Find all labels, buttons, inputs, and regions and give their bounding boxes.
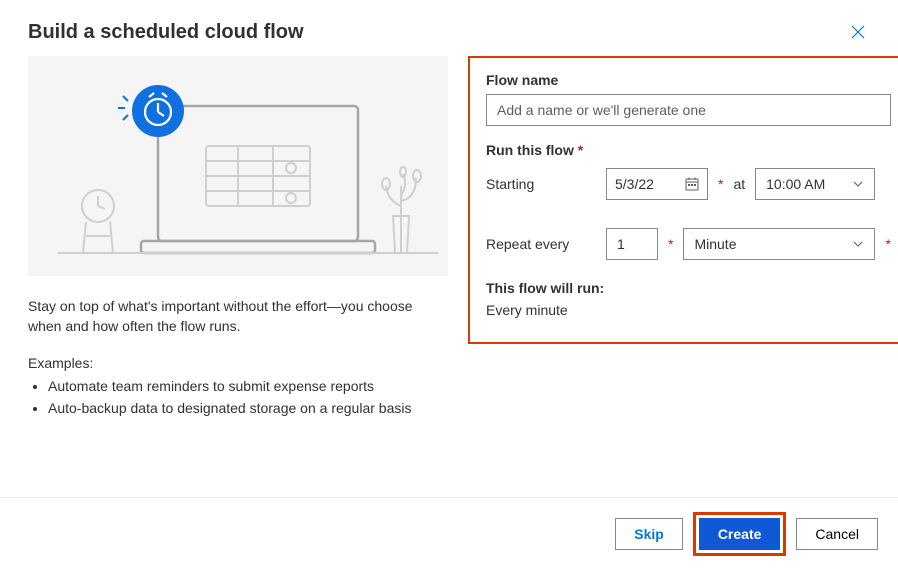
- repeat-value-input[interactable]: 1: [606, 228, 658, 260]
- repeat-label: Repeat every: [486, 236, 596, 252]
- repeat-unit-value: Minute: [694, 236, 736, 252]
- cancel-button[interactable]: Cancel: [796, 518, 878, 550]
- examples-label: Examples:: [28, 355, 448, 371]
- skip-button[interactable]: Skip: [615, 518, 683, 550]
- create-highlight: Create: [693, 512, 787, 556]
- starting-label: Starting: [486, 176, 596, 192]
- dialog-footer: Skip Create Cancel: [0, 497, 898, 570]
- required-marker: *: [885, 236, 890, 252]
- starting-date-input[interactable]: 5/3/22: [606, 168, 708, 200]
- create-button[interactable]: Create: [699, 518, 781, 550]
- calendar-icon: [685, 177, 699, 191]
- examples-list: Automate team reminders to submit expens…: [28, 375, 448, 420]
- at-label: at: [733, 176, 745, 192]
- required-marker: *: [718, 176, 723, 192]
- starting-row: Starting 5/3/22 * at 10:00 AM: [486, 168, 891, 200]
- starting-date-value: 5/3/22: [615, 176, 654, 192]
- summary-text: Every minute: [486, 302, 891, 318]
- chevron-down-icon: [852, 178, 864, 190]
- dialog-header: Build a scheduled cloud flow: [0, 0, 898, 56]
- example-item: Automate team reminders to submit expens…: [48, 375, 448, 397]
- flow-name-group: Flow name: [486, 72, 891, 126]
- left-column: Stay on top of what's important without …: [28, 56, 448, 419]
- required-marker: *: [668, 236, 673, 252]
- dialog-title: Build a scheduled cloud flow: [28, 21, 304, 44]
- starting-time-value: 10:00 AM: [766, 176, 825, 192]
- illustration: [28, 56, 448, 276]
- flow-name-input[interactable]: [486, 94, 891, 126]
- form-panel: Flow name Run this flow * Starting 5/3/2…: [468, 56, 898, 344]
- example-item: Auto-backup data to designated storage o…: [48, 397, 448, 419]
- run-flow-group: Run this flow * Starting 5/3/22 * at 10:…: [486, 142, 891, 260]
- starting-time-select[interactable]: 10:00 AM: [755, 168, 875, 200]
- repeat-value: 1: [617, 236, 625, 252]
- close-icon: [850, 24, 866, 40]
- summary-label: This flow will run:: [486, 280, 891, 296]
- dialog-content: Stay on top of what's important without …: [0, 56, 898, 419]
- description-text: Stay on top of what's important without …: [28, 296, 448, 337]
- repeat-row: Repeat every 1 * Minute *: [486, 228, 891, 260]
- repeat-unit-select[interactable]: Minute: [683, 228, 875, 260]
- illustration-svg: [28, 56, 448, 276]
- close-button[interactable]: [846, 20, 870, 44]
- flow-name-label: Flow name: [486, 72, 891, 88]
- chevron-down-icon: [852, 238, 864, 250]
- run-flow-label: Run this flow *: [486, 142, 891, 158]
